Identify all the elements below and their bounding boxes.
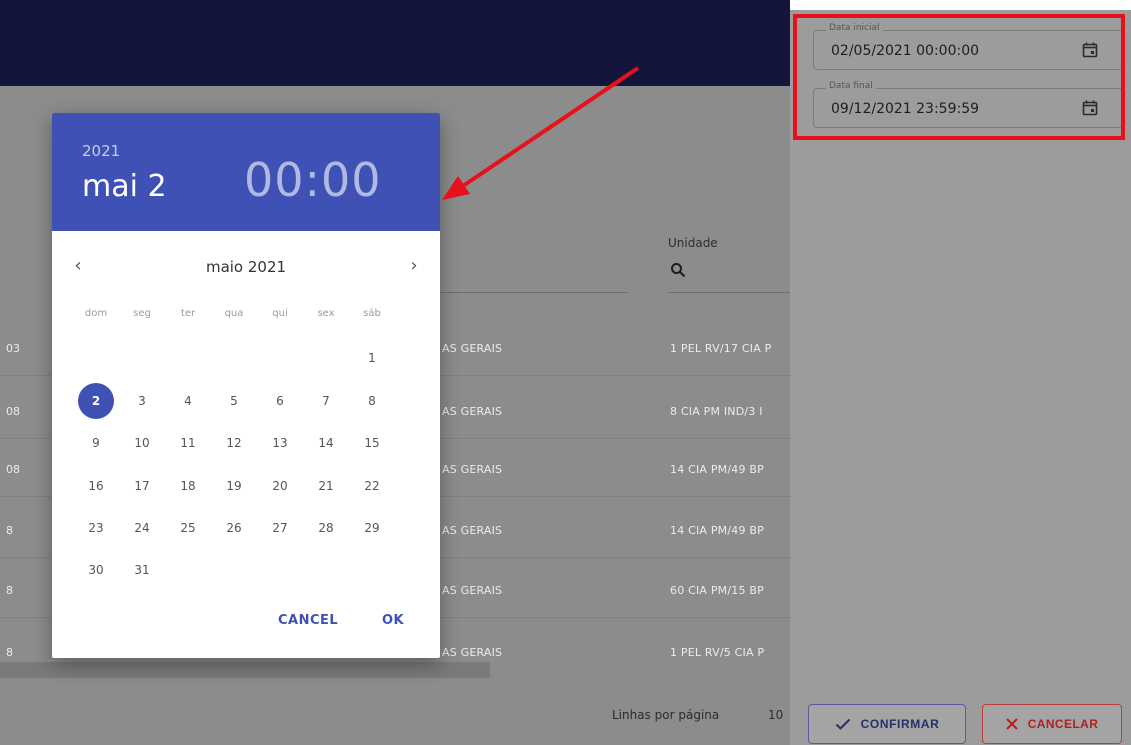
rows-per-page-label: Linhas por página [612, 708, 720, 722]
confirm-button[interactable]: CONFIRMAR [808, 704, 966, 744]
calendar-day[interactable]: 20 [260, 466, 300, 506]
search-icon[interactable] [670, 262, 686, 278]
calendar-day[interactable]: 13 [260, 423, 300, 463]
panel-top-strip [790, 0, 1131, 10]
calendar-day[interactable]: 12 [214, 423, 254, 463]
highlight-annotation-box [793, 14, 1125, 140]
table-cell-region: AS GERAIS [442, 405, 503, 418]
calendar-day[interactable]: 7 [306, 381, 346, 421]
calendar-day[interactable]: 23 [76, 508, 116, 548]
table-cell-id: 8 [6, 524, 13, 537]
calendar-day[interactable]: 31 [122, 550, 162, 590]
calendar-day[interactable]: 30 [76, 550, 116, 590]
table-cell-id: 08 [6, 405, 20, 418]
calendar-day[interactable]: 28 [306, 508, 346, 548]
rows-per-page-select[interactable]: 10 [768, 708, 783, 722]
table-cell-region: AS GERAIS [442, 646, 503, 659]
calendar-day-selected[interactable]: 2 [76, 381, 116, 421]
calendar-day[interactable]: 26 [214, 508, 254, 548]
calendar-day[interactable]: 4 [168, 381, 208, 421]
column-header-unidade: Unidade [668, 236, 718, 250]
column-filter-underline [440, 292, 628, 293]
table-cell-id: 8 [6, 646, 13, 659]
app-bar [0, 0, 790, 86]
calendar-day[interactable]: 18 [168, 466, 208, 506]
date-picker-dialog: 2021 mai 2 00:00 ‹ maio 2021 › dom seg ter… [52, 113, 440, 658]
cancel-button-label: CANCELAR [1027, 717, 1099, 731]
calendar-day[interactable]: 19 [214, 466, 254, 506]
confirm-button-label: CONFIRMAR [860, 717, 940, 731]
cancel-button[interactable]: CANCELAR [982, 704, 1122, 744]
table-cell-unit: 14 CIA PM/49 BP [670, 463, 764, 476]
calendar-day[interactable]: 21 [306, 466, 346, 506]
close-icon [1006, 718, 1018, 730]
calendar-day[interactable]: 10 [122, 423, 162, 463]
calendar-days-grid: 1 2 3 4 5 6 7 8 9 10 11 12 13 14 15 16 17 18 19 20 21 22 23 24 2… [52, 113, 440, 658]
table-cell-unit: 14 CIA PM/49 BP [670, 524, 764, 537]
horizontal-scrollbar[interactable] [0, 662, 490, 678]
calendar-day[interactable]: 3 [122, 381, 162, 421]
column-filter-underline [668, 292, 790, 293]
calendar-day[interactable]: 6 [260, 381, 300, 421]
calendar-day[interactable]: 27 [260, 508, 300, 548]
table-cell-id: 03 [6, 342, 20, 355]
table-cell-unit: 1 PEL RV/5 CIA P [670, 646, 765, 659]
calendar-day[interactable]: 17 [122, 466, 162, 506]
calendar-day[interactable]: 14 [306, 423, 346, 463]
calendar-day[interactable]: 8 [352, 381, 392, 421]
table-cell-unit: 8 CIA PM IND/3 I [670, 405, 763, 418]
table-cell-region: AS GERAIS [442, 463, 503, 476]
calendar-day[interactable]: 5 [214, 381, 254, 421]
table-cell-region: AS GERAIS [442, 342, 503, 355]
table-cell-unit: 1 PEL RV/17 CIA P [670, 342, 772, 355]
calendar-day[interactable]: 25 [168, 508, 208, 548]
calendar-day[interactable]: 9 [76, 423, 116, 463]
calendar-day[interactable]: 16 [76, 466, 116, 506]
calendar-day[interactable]: 24 [122, 508, 162, 548]
check-icon [835, 718, 850, 730]
calendar-day[interactable]: 1 [352, 338, 392, 378]
table-cell-id: 8 [6, 584, 13, 597]
calendar-day[interactable]: 15 [352, 423, 392, 463]
calendar-day[interactable]: 11 [168, 423, 208, 463]
table-cell-unit: 60 CIA PM/15 BP [670, 584, 764, 597]
calendar-day[interactable]: 29 [352, 508, 392, 548]
table-cell-region: AS GERAIS [442, 524, 503, 537]
table-cell-id: 08 [6, 463, 20, 476]
table-cell-region: AS GERAIS [442, 584, 503, 597]
calendar-day[interactable]: 22 [352, 466, 392, 506]
